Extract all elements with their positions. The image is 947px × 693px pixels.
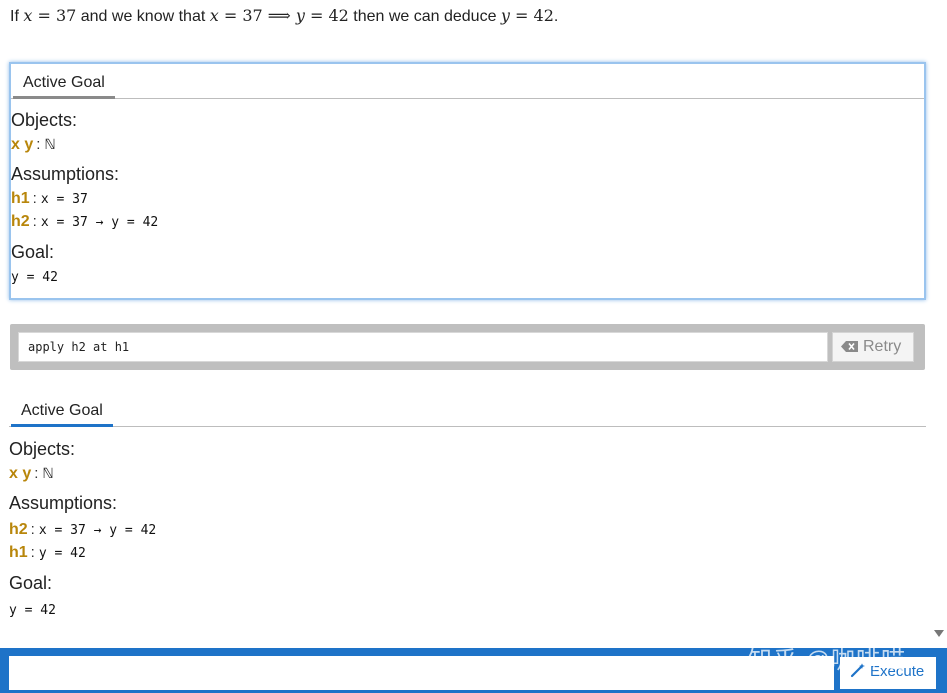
command-history-bar: apply h2 at h1 Retry <box>10 324 925 370</box>
hypothesis-expr: x = 37 → y = 42 <box>40 215 159 230</box>
tab-label: Active Goal <box>21 402 103 419</box>
assumption-row: h2: x = 37 → y = 42 <box>9 520 926 541</box>
math-implication: x = 37 ⟹ y = 42 <box>209 6 349 25</box>
hypothesis-expr: x = 37 → y = 42 <box>38 523 157 538</box>
assumption-row: h1: y = 42 <box>9 543 926 564</box>
tab-underline <box>13 96 115 99</box>
hypothesis-name: h1 <box>9 544 28 561</box>
math-x-eq-37: x = 37 <box>23 6 77 25</box>
assumptions-heading: Assumptions: <box>9 493 118 513</box>
tab-underline <box>11 424 113 427</box>
intro-tail: then we can deduce <box>348 8 501 25</box>
intro-prefix: If <box>10 8 24 25</box>
active-goal-panel-2: Active Goal Objects: x y:ℕ Assumptions: … <box>9 392 926 642</box>
goal-heading: Goal: <box>9 573 53 593</box>
goal-row: y = 42 <box>11 267 924 288</box>
delete-back-icon <box>841 334 858 352</box>
command-history-field: apply h2 at h1 <box>18 332 828 362</box>
hypothesis-expr: y = 42 <box>38 546 86 561</box>
assumption-row: h1: x = 37 <box>11 189 924 210</box>
colon: : <box>30 544 35 561</box>
hypothesis-name: h2 <box>9 521 28 538</box>
colon: : <box>32 213 37 230</box>
command-input[interactable] <box>9 656 834 690</box>
tab-label: Active Goal <box>23 74 105 91</box>
object-names: x y <box>9 465 32 482</box>
object-type: ℕ <box>44 137 56 153</box>
retry-button[interactable]: Retry <box>832 332 914 362</box>
hypothesis-name: h1 <box>11 190 30 207</box>
objects-row: x y:ℕ <box>9 464 926 484</box>
intro-mid: and we know that <box>76 8 210 25</box>
hypothesis-name: h2 <box>11 213 30 230</box>
assumption-row: h2: x = 37 → y = 42 <box>11 212 924 233</box>
goal-row: y = 42 <box>9 600 926 621</box>
colon: : <box>34 465 39 482</box>
object-names: x y <box>11 136 34 153</box>
goal-expr: y = 42 <box>11 270 58 285</box>
intro-text: If x = 37 and we know that x = 37 ⟹ y = … <box>10 6 558 26</box>
active-goal-panel-1: Active Goal Objects: x y:ℕ Assumptions: … <box>9 62 926 300</box>
math-y-eq-42: y = 42 <box>500 6 554 25</box>
watermark: 知乎 @咖啡喵 <box>748 647 907 674</box>
colon: : <box>32 190 37 207</box>
colon: : <box>36 136 41 153</box>
intro-period: . <box>553 8 559 25</box>
objects-heading: Objects: <box>11 110 78 130</box>
objects-row: x y:ℕ <box>11 135 924 155</box>
retry-label: Retry <box>863 338 902 355</box>
goal-tabbar: Active Goal <box>9 392 926 427</box>
goal-heading: Goal: <box>11 242 55 262</box>
scroll-down-arrow-icon[interactable] <box>934 630 944 637</box>
colon: : <box>30 521 35 538</box>
objects-heading: Objects: <box>9 439 76 459</box>
tab-active-goal[interactable]: Active Goal <box>11 396 113 427</box>
assumptions-heading: Assumptions: <box>11 164 120 184</box>
object-type: ℕ <box>42 466 54 482</box>
hypothesis-expr: x = 37 <box>40 192 88 207</box>
goal-tabbar: Active Goal <box>11 64 924 99</box>
goal-expr: y = 42 <box>9 603 56 618</box>
tab-active-goal[interactable]: Active Goal <box>13 68 115 99</box>
